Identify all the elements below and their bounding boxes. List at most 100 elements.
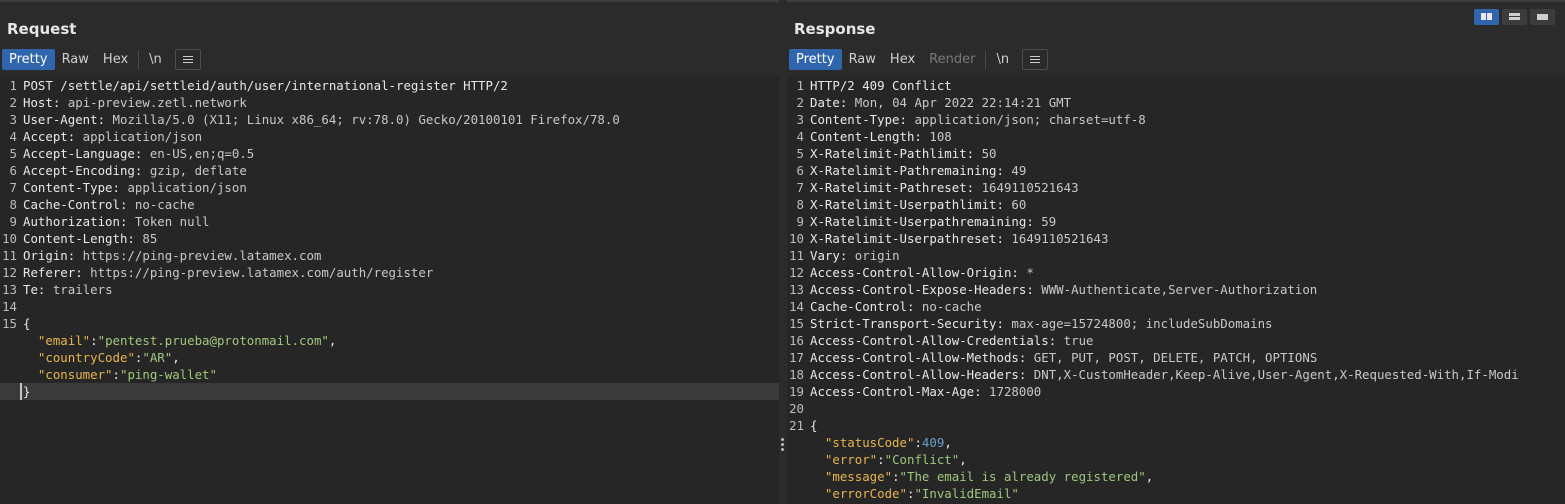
request-tab-hex[interactable]: Hex bbox=[96, 49, 135, 70]
line-number: 19 bbox=[789, 384, 804, 399]
pane-splitter[interactable] bbox=[779, 0, 787, 504]
header-value: en-US,en;q=0.5 bbox=[142, 146, 255, 161]
line-number: 1 bbox=[9, 78, 17, 93]
header-value: max-age=15724800; includeSubDomains bbox=[1003, 316, 1273, 331]
code-line: 21 { bbox=[787, 417, 1565, 434]
line-number: 16 bbox=[789, 333, 804, 348]
header-name: Access-Control-Allow-Origin: bbox=[810, 265, 1019, 280]
json-value: "InvalidEmail" bbox=[914, 486, 1019, 501]
header-name: Host: bbox=[23, 95, 61, 110]
code-line: 12 Access-Control-Allow-Origin: * bbox=[787, 264, 1565, 281]
splitter-grip-icon[interactable] bbox=[781, 438, 784, 441]
header-name: Cache-Control: bbox=[810, 299, 915, 314]
line-number: 17 bbox=[789, 350, 804, 365]
code-line: 6 X-Ratelimit-Pathremaining: 49 bbox=[787, 162, 1565, 179]
header-name: Referer: bbox=[23, 265, 83, 280]
header-value: Mon, 04 Apr 2022 22:14:21 GMT bbox=[847, 95, 1072, 110]
json-punctuation: , bbox=[959, 452, 967, 467]
header-name: User-Agent: bbox=[23, 112, 106, 127]
code-line: 11 Origin: https://ping-preview.latamex.c… bbox=[0, 247, 779, 264]
code-line: "errorCode":"InvalidEmail" bbox=[824, 486, 1019, 501]
request-menu-button[interactable] bbox=[174, 49, 201, 70]
code-line: 16 Access-Control-Allow-Credentials: true bbox=[787, 332, 1565, 349]
line-number: 2 bbox=[9, 95, 17, 110]
header-value: 85 bbox=[134, 231, 158, 246]
response-menu-button[interactable] bbox=[1022, 49, 1049, 70]
text-cursor bbox=[20, 383, 22, 400]
header-value: application/json; charset=utf-8 bbox=[906, 112, 1146, 127]
line-number: 6 bbox=[9, 163, 17, 178]
json-key: "consumer" bbox=[37, 367, 113, 382]
header-name: Strict-Transport-Security: bbox=[810, 316, 1004, 331]
line-number: 11 bbox=[2, 248, 17, 263]
line-number: 15 bbox=[2, 316, 17, 331]
code-line: 10 Content-Length: 85 bbox=[0, 230, 779, 247]
response-tab-pretty[interactable]: Pretty bbox=[789, 49, 842, 70]
json-value: "ping-wallet" bbox=[120, 367, 217, 382]
json-key: "message" bbox=[824, 469, 893, 484]
header-value: 108 bbox=[921, 129, 952, 144]
line-number: 4 bbox=[9, 129, 17, 144]
header-name: X-Ratelimit-Userpathlimit: bbox=[810, 197, 1004, 212]
code-line: 4 Accept: application/json bbox=[0, 128, 779, 145]
line-number: 14 bbox=[789, 299, 804, 314]
code-line: 13 Access-Control-Expose-Headers: WWW-Aut… bbox=[787, 281, 1565, 298]
header-name: POST /settle/api/settleid/auth/user/inte… bbox=[23, 78, 508, 93]
json-punctuation: , bbox=[1145, 469, 1154, 484]
header-value: gzip, deflate bbox=[142, 163, 247, 178]
line-number: 21 bbox=[789, 418, 804, 433]
code-line: "message":"The email is already register… bbox=[824, 469, 1154, 484]
header-name: Cache-Control: bbox=[23, 197, 128, 212]
response-tab-render[interactable]: Render bbox=[922, 49, 982, 70]
header-value: application/json bbox=[119, 180, 247, 195]
request-tab-pretty[interactable]: Pretty bbox=[2, 49, 55, 70]
hamburger-icon bbox=[1030, 59, 1041, 60]
request-toolbar: Pretty Raw Hex \n bbox=[2, 49, 201, 70]
line-number: 2 bbox=[796, 95, 804, 110]
response-lines: 1 HTTP/2 409 Conflict 2 Date: Mon, 04 Apr 2… bbox=[787, 77, 1565, 502]
code-line: 2 Host: api-preview.zetl.network bbox=[0, 94, 779, 111]
json-value: "pentest.prueba@protonmail.com" bbox=[97, 333, 329, 348]
header-name: Date: bbox=[810, 95, 848, 110]
line-number: 12 bbox=[2, 265, 17, 280]
header-value: 1728000 bbox=[981, 384, 1042, 399]
request-tab-raw[interactable]: Raw bbox=[55, 49, 96, 70]
code-line: "error":"Conflict", bbox=[824, 452, 967, 467]
response-pane: Response Pretty Raw Hex Render \n 1 HTTP/… bbox=[787, 0, 1565, 504]
line-number: 10 bbox=[789, 231, 804, 246]
request-newline-toggle[interactable]: \n bbox=[142, 49, 169, 70]
json-key: "statusCode" bbox=[824, 435, 915, 450]
line-number: 3 bbox=[9, 112, 17, 127]
code-line: "email":"pentest.prueba@protonmail.com", bbox=[37, 333, 337, 348]
line-number: 7 bbox=[9, 180, 17, 195]
header-name: X-Ratelimit-Pathremaining: bbox=[810, 163, 1004, 178]
code-line: 12 Referer: https://ping-preview.latamex.… bbox=[0, 264, 779, 281]
code-line: 8 Cache-Control: no-cache bbox=[0, 196, 779, 213]
header-name: } bbox=[23, 384, 31, 399]
response-newline-toggle[interactable]: \n bbox=[989, 49, 1016, 70]
json-key: "email" bbox=[37, 333, 91, 348]
response-editor[interactable]: 1 HTTP/2 409 Conflict 2 Date: Mon, 04 Apr 2… bbox=[787, 75, 1565, 504]
response-tab-raw[interactable]: Raw bbox=[842, 49, 883, 70]
header-value: DNT,X-CustomHeader,Keep-Alive,User-Agent… bbox=[1026, 367, 1519, 382]
request-editor[interactable]: 1 POST /settle/api/settleid/auth/user/int… bbox=[0, 75, 779, 504]
line-number: 12 bbox=[789, 265, 804, 280]
header-name: X-Ratelimit-Pathlimit: bbox=[810, 146, 975, 161]
header-value: * bbox=[1018, 265, 1034, 280]
header-name: Access-Control-Expose-Headers: bbox=[810, 282, 1034, 297]
header-value: 60 bbox=[1003, 197, 1027, 212]
header-value: no-cache bbox=[127, 197, 195, 212]
header-name: Content-Type: bbox=[23, 180, 120, 195]
line-number: 4 bbox=[796, 129, 804, 144]
response-toolbar: Pretty Raw Hex Render \n bbox=[789, 49, 1049, 70]
code-line: 14 Cache-Control: no-cache bbox=[787, 298, 1565, 315]
header-name: Access-Control-Allow-Methods: bbox=[810, 350, 1027, 365]
header-value: trailers bbox=[45, 282, 113, 297]
header-name: Content-Length: bbox=[810, 129, 922, 144]
header-value: 59 bbox=[1033, 214, 1057, 229]
toolbar-divider bbox=[138, 50, 140, 69]
code-line: "statusCode":409, bbox=[824, 435, 952, 450]
response-tab-hex[interactable]: Hex bbox=[883, 49, 922, 70]
line-number: 9 bbox=[796, 214, 804, 229]
request-pane: Request Pretty Raw Hex \n 1 POST /settle/… bbox=[0, 0, 779, 504]
